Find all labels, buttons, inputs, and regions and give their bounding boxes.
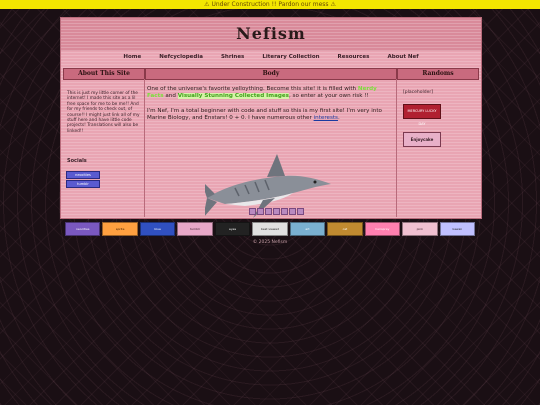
body-and: and (165, 93, 176, 100)
about-site-header: About This Site (63, 68, 145, 80)
interests-link[interactable]: interests (314, 115, 338, 121)
footer-button[interactable]: hairspray (364, 222, 401, 236)
footer-button[interactable]: kawaii (439, 222, 475, 236)
footer-button[interactable]: cat (327, 222, 363, 236)
dot[interactable] (265, 208, 272, 215)
footer-button[interactable]: pink (402, 222, 438, 236)
random-button-2[interactable]: Enjoycake (403, 132, 441, 147)
footer-button[interactable]: sprite (102, 222, 138, 236)
top-nav: Home Nefcyclopedia Shrines Literary Coll… (61, 51, 481, 64)
main-panel: Nefism Home Nefcyclopedia Shrines Litera… (60, 17, 482, 219)
nav-nefcyclopedia[interactable]: Nefcyclopedia (159, 51, 203, 64)
nav-about-nef[interactable]: About Nef (387, 51, 418, 64)
footer-button[interactable]: tumblr (177, 222, 213, 236)
footer-button[interactable]: best viewed (252, 222, 288, 236)
nav-resources[interactable]: Resources (338, 51, 370, 64)
nav-literary-collection[interactable]: Literary Collection (262, 51, 319, 64)
dot[interactable] (249, 208, 256, 215)
nav-shrines[interactable]: Shrines (221, 51, 244, 64)
body-intro: One of the universe's favorite yelloythi… (147, 86, 357, 92)
collection-link[interactable]: Visually Stunning Collected Images (177, 93, 289, 100)
dot[interactable] (297, 208, 304, 215)
site-logo: Nefism (236, 24, 306, 43)
socials-title: Socials (67, 158, 87, 164)
footer-button[interactable]: blue (139, 222, 176, 236)
footer-buttons: neocities sprite blue tumblr eyes best v… (65, 222, 475, 236)
social-button-neocities[interactable]: neocities (66, 171, 100, 179)
body-text: One of the universe's favorite yelloythi… (147, 86, 393, 122)
footer-button[interactable]: neocities (65, 222, 101, 236)
pagination-dots (249, 208, 304, 215)
nav-home[interactable]: Home (123, 51, 141, 64)
randoms-placeholder: [placeholder] (403, 90, 433, 95)
dot[interactable] (273, 208, 280, 215)
body-intro-end: , so enter at your own risk !! (288, 93, 369, 100)
dot[interactable] (281, 208, 288, 215)
dot[interactable] (289, 208, 296, 215)
dot[interactable] (257, 208, 264, 215)
copyright: © 2025 Nefism (252, 240, 288, 245)
about-text: This is just my little corner of the int… (67, 91, 140, 134)
footer-button[interactable]: art (289, 222, 326, 236)
body-para2-end: . (337, 114, 340, 121)
random-button-1[interactable]: MERCURY LUCKY DAY (403, 104, 441, 126)
site-header: Nefism (61, 18, 481, 51)
body-para2: I'm Nef, I'm a total beginner with code … (147, 107, 382, 121)
randoms-header: Randoms (397, 68, 479, 80)
social-button-tumblr[interactable]: tumblr (66, 180, 100, 188)
footer-button[interactable]: eyes (214, 222, 251, 236)
under-construction-banner: ⚠ Under Construction !! Pardon our mess … (0, 0, 540, 9)
